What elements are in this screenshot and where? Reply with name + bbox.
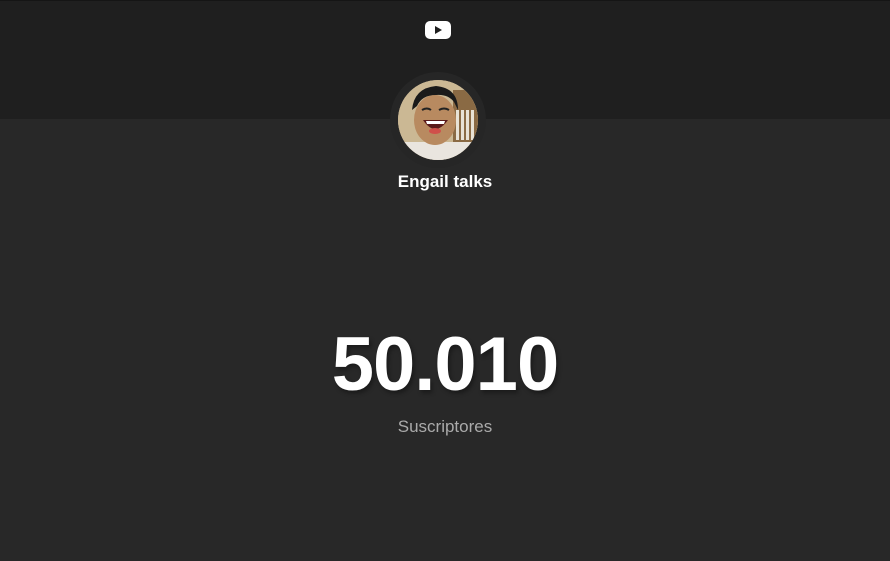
channel-avatar[interactable] xyxy=(398,80,478,160)
play-triangle-icon xyxy=(435,26,442,34)
channel-name: Engail talks xyxy=(397,172,493,191)
avatar-illustration-icon xyxy=(398,80,478,160)
subscriber-counter-page: Engail talks 50.010 Suscriptores xyxy=(0,0,890,561)
subscriber-label: Suscriptores xyxy=(397,417,493,436)
subscriber-count: 50.010 xyxy=(331,322,559,407)
youtube-logo-icon[interactable] xyxy=(425,21,451,39)
avatar-ring xyxy=(390,72,486,168)
